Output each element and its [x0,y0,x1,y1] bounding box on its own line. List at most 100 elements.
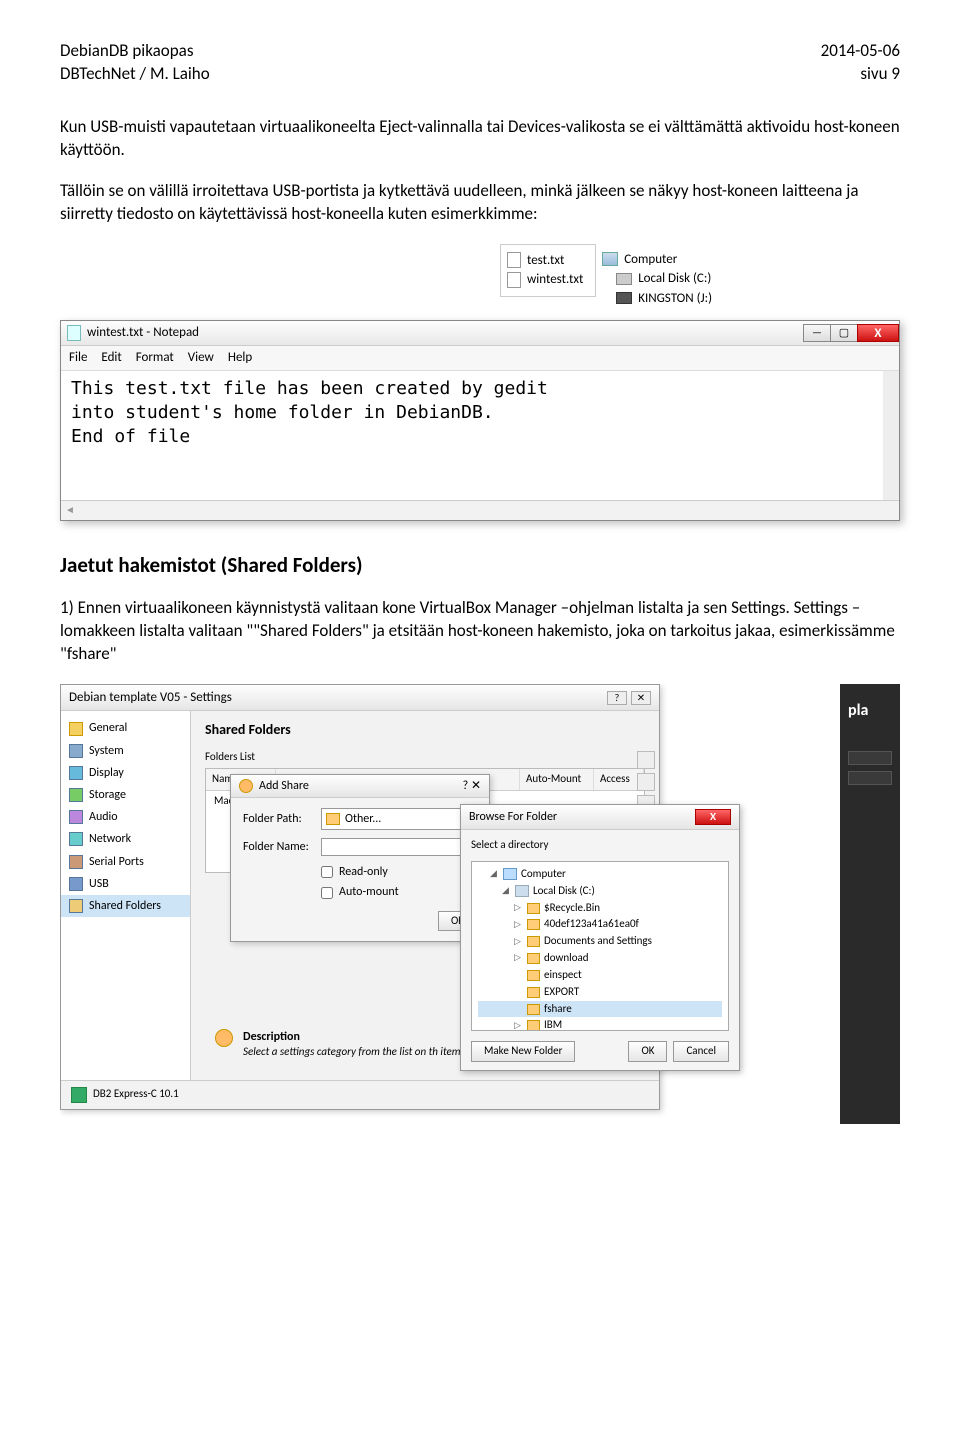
menu-format[interactable]: Format [136,349,174,367]
settings-footer: DB2 Express-C 10.1 [61,1080,659,1109]
notepad-window: wintest.txt - Notepad — ▢ X File Edit Fo… [60,320,900,520]
notepad-icon [67,325,81,341]
folder-path-combo[interactable]: Other... ▼ [321,808,477,830]
automount-label: Auto-mount [339,884,399,900]
network-icon [69,832,83,846]
help-button[interactable]: ? [463,779,469,793]
header-title: DebianDB pikaopas [60,40,210,63]
general-icon [69,722,83,736]
browse-folder-dialog: Browse For Folder X Select a directory ◢… [460,804,740,1071]
sidebar-item-serial[interactable]: Serial Ports [61,851,190,873]
tree-folder[interactable]: EXPORT [478,984,722,1001]
tree-label: 40def123a41a61ea0f [544,917,639,932]
tree-folder[interactable]: einspect [478,967,722,984]
folder-tree[interactable]: ◢Computer ◢Local Disk (C:) ▷$Recycle.Bin… [471,861,729,1031]
sidebar-item-display[interactable]: Display [61,762,190,784]
add-share-title: Add Share [259,778,309,794]
explorer-nav-pane: Computer Local Disk (C:) KINGSTON (J:) [600,244,724,315]
file-name: test.txt [527,252,564,270]
tree-label: Computer [521,867,566,882]
sidebar-item-storage[interactable]: Storage [61,784,190,806]
folder-name-label: Folder Name: [243,839,315,855]
tree-folder[interactable]: ▷download [478,950,722,967]
nav-kingston[interactable]: KINGSTON (J:) [602,289,712,309]
folder-name-input[interactable] [321,838,477,856]
sidebar-item-network[interactable]: Network [61,828,190,850]
computer-icon [503,868,517,880]
close-button[interactable]: X [695,809,731,825]
tree-folder[interactable]: ▷$Recycle.Bin [478,900,722,917]
nav-computer[interactable]: Computer [602,250,712,270]
notepad-content[interactable]: This test.txt file has been created by g… [61,371,899,500]
cancel-button[interactable]: Cancel [673,1041,729,1062]
settings-titlebar: Debian template V05 - Settings ? ✕ [61,685,659,712]
nav-label: Local Disk (C:) [638,270,711,288]
folder-icon [527,987,540,998]
add-share-titlebar: Add Share ? ✕ [231,775,489,798]
bulb-icon [215,1029,233,1047]
edit-share-button[interactable] [637,773,655,791]
screenshot-2: pla Debian template V05 - Settings ? ✕ G… [60,684,900,1124]
maximize-button[interactable]: ▢ [830,324,858,342]
notepad-line: into student's home folder in DebianDB. [71,401,873,425]
tree-folder[interactable]: ▷40def123a41a61ea0f [478,916,722,933]
tree-computer[interactable]: ◢Computer [478,866,722,883]
file-row-wintest[interactable]: wintest.txt [507,270,583,290]
sidebar-item-system[interactable]: System [61,740,190,762]
sidebar-item-audio[interactable]: Audio [61,806,190,828]
paragraph-2: Tällöin se on välillä irroitettava USB-p… [60,180,900,226]
notepad-statusbar [61,500,899,520]
col-automount: Auto-Mount [520,769,594,790]
tree-label: einspect [544,968,582,983]
tree-label: Local Disk (C:) [533,884,595,899]
menu-view[interactable]: View [188,349,214,367]
help-button[interactable]: ? [607,691,627,705]
browse-titlebar: Browse For Folder X [461,805,739,830]
background-dark-panel: pla [840,684,900,1124]
disk-icon [515,885,529,897]
menu-edit[interactable]: Edit [101,349,121,367]
computer-icon [602,252,618,266]
section-heading: Jaetut hakemistot (Shared Folders) [60,551,900,579]
tree-folder[interactable]: ▷IBM [478,1017,722,1030]
minimize-button[interactable]: — [803,324,831,342]
folder-path-label: Folder Path: [243,811,315,827]
paragraph-3: 1) Ennen virtuaalikoneen käynnistystä va… [60,597,900,666]
tree-label: Documents and Settings [544,934,652,949]
ok-button[interactable]: OK [628,1041,667,1062]
make-new-folder-button[interactable]: Make New Folder [471,1041,575,1062]
menu-file[interactable]: File [69,349,87,367]
readonly-checkbox[interactable] [321,866,333,878]
close-button[interactable]: ✕ [471,779,481,793]
file-row-test[interactable]: test.txt [507,251,583,271]
automount-checkbox[interactable] [321,887,333,899]
close-button[interactable]: X [857,324,899,342]
nav-local-disk[interactable]: Local Disk (C:) [602,269,712,289]
menu-help[interactable]: Help [228,349,252,367]
folders-list-label: Folders List [205,750,645,765]
footer-text: DB2 Express-C 10.1 [93,1087,179,1102]
folder-icon [527,1020,540,1030]
header-left: DebianDB pikaopas DBTechNet / M. Laiho [60,40,210,86]
sidebar-label: Display [89,765,124,781]
automount-check[interactable]: Auto-mount [321,884,477,900]
sidebar-item-usb[interactable]: USB [61,873,190,895]
folder-icon [326,813,340,825]
readonly-label: Read-only [339,864,388,880]
tree-local-disk[interactable]: ◢Local Disk (C:) [478,883,722,900]
tree-label: IBM [544,1018,562,1030]
sidebar-label: System [89,743,124,759]
readonly-check[interactable]: Read-only [321,864,477,880]
close-button[interactable]: ✕ [631,691,651,705]
tree-folder[interactable]: ▷Documents and Settings [478,933,722,950]
browse-instruction: Select a directory [471,838,729,853]
sidebar-item-shared-folders[interactable]: Shared Folders [61,895,190,917]
tree-folder-selected[interactable]: fshare [478,1001,722,1018]
settings-title: Debian template V05 - Settings [69,689,232,707]
paragraph-1: Kun USB-muisti vapautetaan virtuaalikone… [60,116,900,162]
folder-icon [527,953,540,964]
add-share-button[interactable] [637,751,655,769]
shared-folders-icon [69,899,83,913]
sidebar-item-general[interactable]: General [61,717,190,739]
document-icon [507,252,521,268]
